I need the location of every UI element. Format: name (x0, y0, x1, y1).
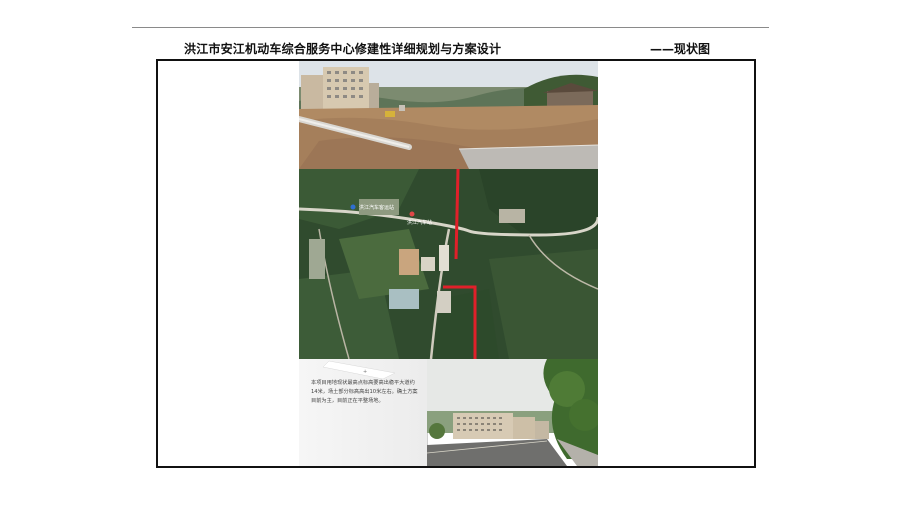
page-subtitle: ——现状图 (650, 42, 711, 56)
note-card: + 本项目用地现状最高点标高要高出稳平大道约14米，场土部分标高高出10米左右。… (299, 359, 428, 466)
bottom-row: + 本项目用地现状最高点标高要高出稳平大道约14米，场土部分标高高出10米左右。… (299, 359, 598, 466)
map-label-1: 洪江汽车客运站 (359, 204, 394, 211)
svg-text:+: + (363, 369, 367, 375)
map-label-2: 洪江汽车站 (407, 219, 432, 226)
street-view-photo (427, 359, 598, 466)
note-card-decoration: + (322, 360, 396, 380)
page-title: 洪江市安江机动车综合服务中心修建性详细规划与方案设计 (184, 42, 502, 56)
note-text: 本项目用地现状最高点标高要高出稳平大道约14米，场土部分标高高出10米左右。确土… (311, 380, 418, 404)
satellite-map: 洪江汽车客运站 洪江汽车站 (299, 169, 598, 359)
image-panel: 洪江汽车客运站 洪江汽车站 + 本项目用地现状最高点标高要高出稳平大道约14米，… (299, 61, 598, 466)
construction-site-photo (299, 61, 598, 169)
header-rule (132, 27, 769, 28)
